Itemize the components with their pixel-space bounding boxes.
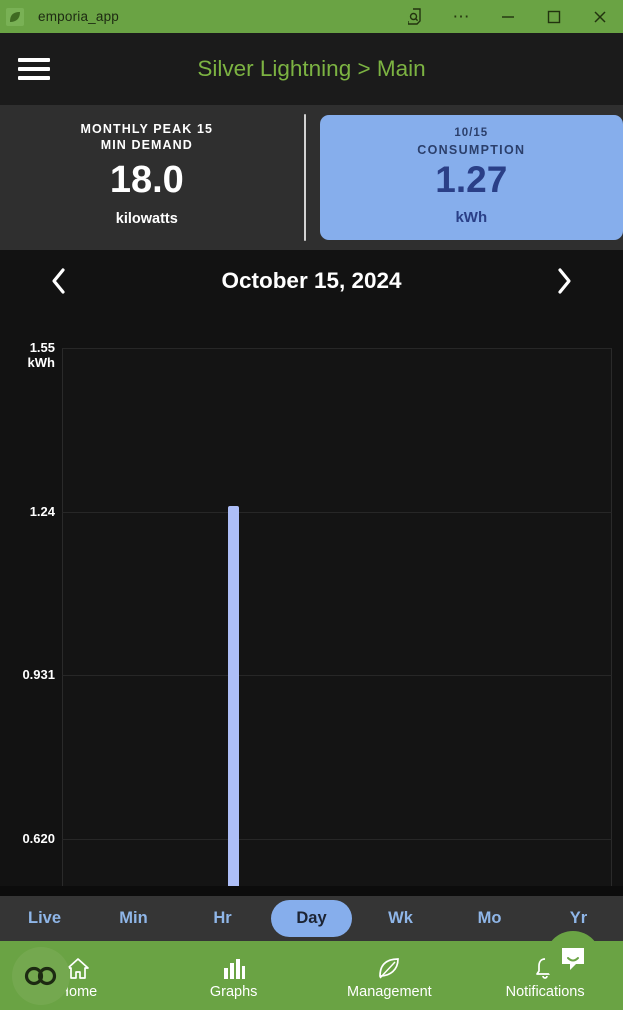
bar-chart-icon [221,952,247,982]
more-options-icon[interactable]: ⋯ [439,0,485,33]
chat-bubble-icon[interactable] [545,931,601,987]
chart-bottom-spacer [0,886,623,896]
window-titlebar: emporia_app ⋯ [0,0,623,33]
chart-y-tick-label: 1.55 kWh [0,340,55,370]
consumption-card[interactable]: 10/15 CONSUMPTION 1.27 kWh [319,115,623,240]
search-in-page-icon[interactable] [393,0,439,33]
chart-y-tick-label: 0.620 [22,830,55,846]
consumption-label: CONSUMPTION [417,143,526,157]
peak-demand-label-line1: MONTHLY PEAK 15 [80,122,214,136]
minimize-button[interactable] [485,0,531,33]
consumption-value: 1.27 [435,159,508,200]
hamburger-bar [18,58,50,62]
nav-label-graphs: Graphs [209,983,258,1000]
hamburger-bar [18,76,50,80]
page-title: Silver Lightning > Main [197,56,426,81]
chevron-left-icon[interactable] [46,263,72,299]
range-selector: Live Min Hr Day Wk Mo Yr [0,896,623,941]
nav-label-management: Management [347,983,432,1000]
range-tab-wk[interactable]: Wk [360,900,441,937]
chevron-right-icon[interactable] [551,263,577,299]
consumption-date: 10/15 [454,127,489,139]
peak-demand-unit: kilowatts [115,211,178,227]
app-root: emporia_app ⋯ Silver Lightning > Main MO… [0,0,623,1010]
nav-item-management[interactable]: Management [312,941,468,1010]
hamburger-bar [18,67,50,71]
range-tab-mo[interactable]: Mo [449,900,530,937]
consumption-unit: kWh [455,209,488,226]
peak-demand-stat: MONTHLY PEAK 15 MIN DEMAND 18.0 kilowatt… [0,105,294,250]
close-button[interactable] [577,0,623,33]
chart-y-axis-unit: kWh [27,355,55,370]
hamburger-menu-icon[interactable] [18,56,50,82]
maximize-button[interactable] [531,0,577,33]
peak-demand-label-line2: MIN DEMAND [100,138,193,152]
leaf-icon [376,952,402,982]
stats-strip: MONTHLY PEAK 15 MIN DEMAND 18.0 kilowatt… [0,105,623,250]
nav-item-graphs[interactable]: Graphs [156,941,312,1010]
infinity-logo-icon[interactable] [12,947,70,1005]
chart-y-tick-label: 1.24 [29,503,55,519]
more-options-glyph: ⋯ [452,6,472,26]
peak-demand-value: 18.0 [109,159,184,201]
app-header: Silver Lightning > Main [0,33,623,105]
range-tab-day[interactable]: Day [271,900,352,937]
range-tab-min[interactable]: Min [93,900,174,937]
range-tab-live[interactable]: Live [4,900,85,937]
bottom-navigation: Home Graphs Management Notifications [0,941,623,1010]
window-title: emporia_app [38,9,120,24]
stats-divider [303,114,306,241]
current-date-label: October 15, 2024 [221,268,402,293]
range-tab-hr[interactable]: Hr [182,900,263,937]
date-navigator: October 15, 2024 [0,250,623,312]
app-icon [6,7,24,26]
energy-chart[interactable]: 0.000.3100.6200.9311.241.55kWh 12AM6AM12… [0,312,623,1010]
chart-y-tick-label: 0.931 [22,666,55,682]
